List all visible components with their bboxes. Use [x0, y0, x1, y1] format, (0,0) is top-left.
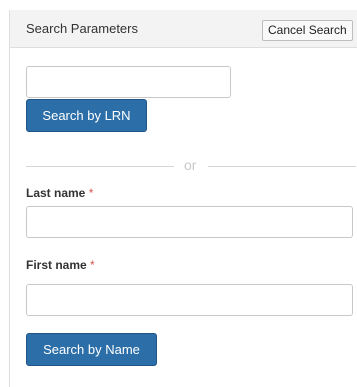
last-name-required-mark: *: [88, 186, 94, 200]
search-by-lrn-button[interactable]: Search by LRN: [26, 99, 147, 132]
panel-title: Search Parameters: [26, 21, 138, 36]
lrn-input[interactable]: [26, 66, 231, 98]
cancel-search-button[interactable]: Cancel Search: [262, 20, 353, 41]
last-name-input[interactable]: [26, 206, 353, 238]
or-divider: or: [26, 156, 356, 176]
divider-line-left: [26, 166, 174, 167]
divider-line-right: [208, 166, 356, 167]
last-name-label: Last name *: [26, 186, 93, 200]
first-name-label: First name *: [26, 258, 95, 272]
panel-header: Search Parameters Cancel Search: [10, 10, 357, 48]
first-name-input[interactable]: [26, 284, 353, 316]
last-name-label-text: Last name: [26, 186, 86, 200]
first-name-label-text: First name: [26, 258, 87, 272]
divider-text: or: [184, 157, 197, 173]
search-by-name-button[interactable]: Search by Name: [26, 333, 157, 366]
first-name-required-mark: *: [90, 258, 95, 272]
search-parameters-panel: Search Parameters Cancel Search Search b…: [9, 10, 357, 387]
